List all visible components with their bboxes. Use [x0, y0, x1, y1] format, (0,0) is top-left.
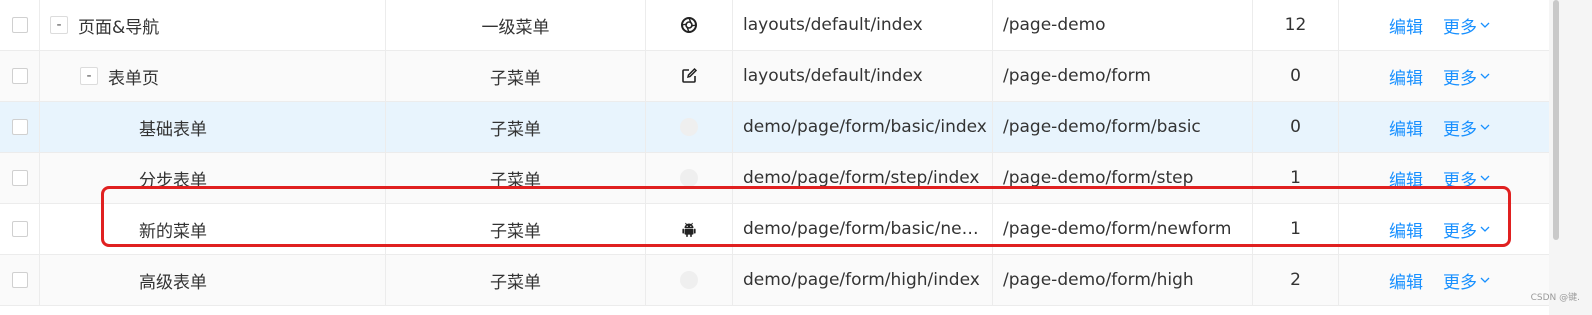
row-checkbox[interactable] — [11, 272, 28, 288]
row-checkbox[interactable] — [11, 221, 28, 237]
row-checkbox[interactable] — [11, 68, 28, 84]
more-label: 更多 — [1443, 272, 1477, 293]
table-row[interactable]: - 表单页 子菜单 layouts/default/index /page-de… — [0, 51, 1549, 102]
scrollbar-thumb[interactable] — [1553, 0, 1559, 240]
table-row[interactable]: 新的菜单 子菜单 demo/page/form/basic/newf... /p… — [0, 204, 1549, 255]
edit-link[interactable]: 编辑 — [1389, 115, 1423, 140]
route-path: /page-demo/form/high — [993, 255, 1253, 305]
menu-type: 子菜单 — [386, 204, 646, 254]
chevron-down-icon — [1480, 277, 1490, 283]
edit-link[interactable]: 编辑 — [1389, 217, 1423, 242]
more-label: 更多 — [1443, 170, 1477, 191]
collapse-toggle[interactable]: - — [80, 67, 98, 85]
menu-type: 子菜单 — [386, 153, 646, 203]
component-path: demo/page/form/high/index — [733, 255, 993, 305]
sort-order: 0 — [1253, 51, 1339, 101]
chevron-down-icon — [1480, 22, 1490, 28]
edit-icon — [682, 67, 698, 83]
chevron-down-icon — [1480, 124, 1490, 130]
component-path: layouts/default/index — [733, 51, 993, 101]
row-checkbox[interactable] — [11, 119, 28, 135]
menu-table: - 页面&导航 一级菜单 layouts/default/index /page… — [0, 0, 1549, 306]
menu-name: 新的菜单 — [139, 221, 207, 242]
aperture-icon — [681, 17, 697, 33]
edit-link[interactable]: 编辑 — [1389, 166, 1423, 191]
sort-order: 1 — [1253, 204, 1339, 254]
route-path: /page-demo/form/step — [993, 153, 1253, 203]
component-path: demo/page/form/basic/index — [733, 102, 993, 152]
edit-link[interactable]: 编辑 — [1389, 268, 1423, 293]
menu-type: 子菜单 — [386, 102, 646, 152]
table-row[interactable]: - 页面&导航 一级菜单 layouts/default/index /page… — [0, 0, 1549, 51]
row-checkbox[interactable] — [11, 17, 28, 33]
sort-order: 0 — [1253, 102, 1339, 152]
more-dropdown[interactable]: 更多 — [1443, 64, 1490, 89]
empty-icon — [680, 169, 698, 187]
more-dropdown[interactable]: 更多 — [1443, 268, 1490, 293]
watermark: CSDN @键. — [1530, 293, 1580, 303]
component-path: demo/page/form/step/index — [733, 153, 993, 203]
menu-type: 子菜单 — [386, 255, 646, 305]
empty-icon — [680, 118, 698, 136]
route-path: /page-demo — [993, 0, 1253, 50]
more-label: 更多 — [1443, 221, 1477, 242]
table-row[interactable]: 基础表单 子菜单 demo/page/form/basic/index /pag… — [0, 102, 1549, 153]
menu-type: 一级菜单 — [386, 0, 646, 50]
menu-name: 分步表单 — [139, 170, 207, 191]
more-label: 更多 — [1443, 119, 1477, 140]
menu-type: 子菜单 — [386, 51, 646, 101]
edit-link[interactable]: 编辑 — [1389, 13, 1423, 38]
menu-name: 表单页 — [108, 68, 159, 89]
android-icon — [682, 222, 696, 237]
component-path: layouts/default/index — [733, 0, 993, 50]
more-label: 更多 — [1443, 17, 1477, 38]
more-label: 更多 — [1443, 68, 1477, 89]
more-dropdown[interactable]: 更多 — [1443, 166, 1490, 191]
empty-icon — [680, 271, 698, 289]
menu-name: 页面&导航 — [78, 17, 160, 38]
sort-order: 1 — [1253, 153, 1339, 203]
sort-order: 2 — [1253, 255, 1339, 305]
menu-name: 高级表单 — [139, 272, 207, 293]
edit-link[interactable]: 编辑 — [1389, 64, 1423, 89]
row-checkbox[interactable] — [11, 170, 28, 186]
table-row[interactable]: 分步表单 子菜单 demo/page/form/step/index /page… — [0, 153, 1549, 204]
table-row[interactable]: 高级表单 子菜单 demo/page/form/high/index /page… — [0, 255, 1549, 306]
route-path: /page-demo/form/basic — [993, 102, 1253, 152]
sort-order: 12 — [1253, 0, 1339, 50]
more-dropdown[interactable]: 更多 — [1443, 115, 1490, 140]
route-path: /page-demo/form — [993, 51, 1253, 101]
chevron-down-icon — [1480, 175, 1490, 181]
more-dropdown[interactable]: 更多 — [1443, 13, 1490, 38]
route-path: /page-demo/form/newform — [993, 204, 1253, 254]
chevron-down-icon — [1480, 226, 1490, 232]
menu-name: 基础表单 — [139, 119, 207, 140]
chevron-down-icon — [1480, 73, 1490, 79]
component-path: demo/page/form/basic/newf... — [743, 219, 983, 239]
collapse-toggle[interactable]: - — [50, 16, 68, 34]
more-dropdown[interactable]: 更多 — [1443, 217, 1490, 242]
